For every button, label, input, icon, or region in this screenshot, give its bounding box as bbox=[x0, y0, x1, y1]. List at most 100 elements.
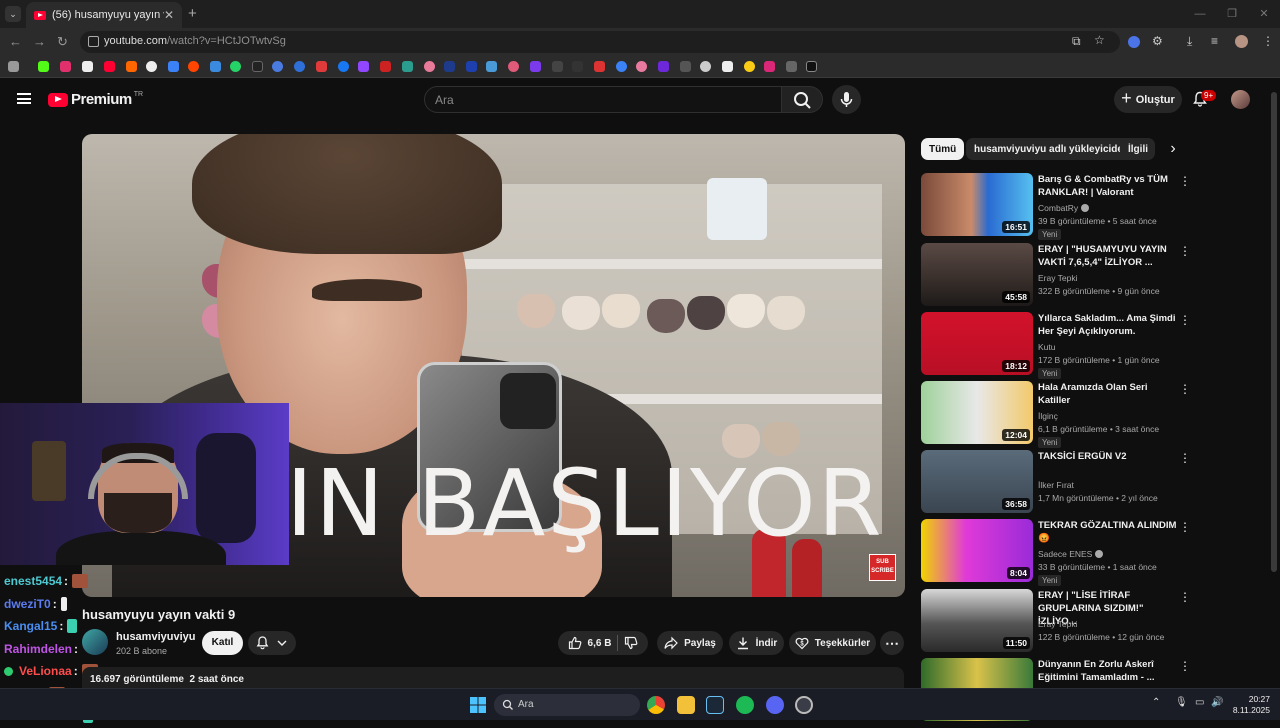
bookmark-icon[interactable] bbox=[786, 61, 797, 72]
bookmark-kick-icon[interactable] bbox=[38, 61, 49, 72]
recommended-channel[interactable]: İlginç bbox=[1038, 411, 1058, 421]
bookmark-reddit-icon[interactable] bbox=[188, 61, 199, 72]
new-tab-button[interactable]: + bbox=[188, 5, 197, 22]
bookmark-youtube-icon[interactable] bbox=[104, 61, 115, 72]
minimize-button[interactable]: — bbox=[1184, 0, 1216, 28]
channel-avatar[interactable] bbox=[82, 629, 108, 655]
search-button[interactable] bbox=[781, 86, 823, 113]
address-bar[interactable]: youtube.com/watch?v=HCtJOTwtvSg ⧉ ☆ bbox=[80, 31, 1120, 53]
bookmark-icon[interactable] bbox=[444, 61, 455, 72]
download-icon[interactable]: ⤓ bbox=[1187, 34, 1192, 49]
chip-related[interactable]: İlgili bbox=[1120, 138, 1155, 160]
video-thumbnail[interactable]: 36:58 bbox=[921, 450, 1033, 513]
browser-menu-icon[interactable]: ⋮ bbox=[1262, 34, 1274, 48]
bookmark-instagram-icon[interactable] bbox=[60, 61, 71, 72]
thumbs-down-icon[interactable] bbox=[624, 636, 638, 650]
close-window-button[interactable]: ✕ bbox=[1248, 0, 1280, 28]
tab-search-button[interactable]: ⌄ bbox=[5, 6, 21, 22]
bookmark-icon[interactable] bbox=[636, 61, 647, 72]
bookmark-icon[interactable] bbox=[486, 61, 497, 72]
recommended-title[interactable]: Dünyanın En Zorlu Askerî Eğitimini Tamam… bbox=[1038, 658, 1178, 684]
video-thumbnail[interactable]: 18:12 bbox=[921, 312, 1033, 375]
chrome-icon[interactable] bbox=[647, 696, 665, 714]
description-box[interactable]: 16.697 görüntüleme 2 saat önce bbox=[82, 667, 904, 689]
video-thumbnail[interactable]: 8:04 bbox=[921, 519, 1033, 582]
bookmark-icon[interactable] bbox=[294, 61, 305, 72]
bookmark-star-icon[interactable]: ☆ bbox=[1094, 33, 1105, 47]
recommended-video[interactable]: 8:04 TEKRAR GÖZALTINA ALINDIM 😡 Sadece ENE… bbox=[921, 519, 1261, 586]
voice-search-button[interactable] bbox=[832, 85, 861, 114]
bookmark-icon[interactable] bbox=[722, 61, 733, 72]
microphone-icon[interactable]: 🎙 bbox=[1175, 697, 1188, 708]
bookmark-icon[interactable] bbox=[508, 61, 519, 72]
chip-all[interactable]: Tümü bbox=[921, 138, 965, 160]
recommended-channel[interactable]: CombatRy bbox=[1038, 203, 1090, 213]
windows-start-icon[interactable] bbox=[469, 696, 487, 714]
more-options-icon[interactable]: ⋮ bbox=[1179, 590, 1191, 604]
bookmark-whatsapp-icon[interactable] bbox=[230, 61, 241, 72]
cast-icon[interactable]: ⧉ bbox=[1072, 34, 1081, 49]
video-thumbnail[interactable]: 11:50 bbox=[921, 589, 1033, 652]
bookmark-icon[interactable] bbox=[380, 61, 391, 72]
bookmark-icon[interactable] bbox=[806, 61, 817, 72]
more-options-icon[interactable]: ⋮ bbox=[1179, 313, 1191, 327]
maximize-button[interactable]: ❐ bbox=[1216, 0, 1248, 28]
extensions-puzzle-icon[interactable]: ⚙ bbox=[1152, 34, 1163, 48]
bookmark-icon[interactable] bbox=[572, 61, 583, 72]
recommended-video[interactable]: 45:58 ERAY | "HUSAMYUYU YAYIN VAKTİ 7,6,5… bbox=[921, 243, 1261, 309]
bookmark-icon[interactable] bbox=[764, 61, 775, 72]
recommended-channel[interactable]: Kutu bbox=[1038, 342, 1056, 352]
steam-icon[interactable] bbox=[706, 696, 724, 714]
download-button[interactable]: İndir bbox=[729, 631, 784, 655]
discord-icon[interactable] bbox=[766, 696, 784, 714]
recommended-video[interactable]: 12:04 Hala Aramızda Olan Seri Katiller İlg… bbox=[921, 381, 1261, 448]
more-options-icon[interactable]: ⋮ bbox=[1179, 520, 1191, 534]
like-button[interactable]: 6,6 B bbox=[568, 636, 611, 650]
reload-icon[interactable]: ↻ bbox=[57, 34, 68, 50]
recommended-title[interactable]: Hala Aramızda Olan Seri Katiller bbox=[1038, 381, 1178, 407]
bookmark-icon[interactable] bbox=[126, 61, 137, 72]
bookmark-facebook-icon[interactable] bbox=[338, 61, 349, 72]
recommended-video[interactable]: 11:50 ERAY | "LİSE İTİRAF GRUPLARINA SIZD… bbox=[921, 589, 1261, 655]
menu-hamburger-icon[interactable] bbox=[17, 93, 31, 104]
network-icon[interactable]: ▭ bbox=[1195, 697, 1204, 708]
recommended-title[interactable]: TEKRAR GÖZALTINA ALINDIM 😡 bbox=[1038, 519, 1178, 545]
file-explorer-icon[interactable] bbox=[677, 696, 695, 714]
bookmark-icon[interactable] bbox=[424, 61, 435, 72]
recommended-channel[interactable]: Eray Tepki bbox=[1038, 619, 1078, 629]
more-options-icon[interactable]: ⋮ bbox=[1179, 174, 1191, 188]
extension-icon[interactable] bbox=[1128, 36, 1140, 48]
bookmark-icon[interactable] bbox=[530, 61, 541, 72]
tray-chevron-icon[interactable]: ⌃ bbox=[1152, 697, 1160, 708]
recommended-channel[interactable]: Sadece ENES bbox=[1038, 549, 1104, 559]
profile-avatar-icon[interactable] bbox=[1235, 35, 1248, 48]
chip-from-uploader[interactable]: husamviyuviyu adlı yükleyiciden bbox=[966, 138, 1138, 160]
system-clock[interactable]: 20:27 8.11.2025 bbox=[1226, 694, 1270, 716]
video-thumbnail[interactable]: 16:51 bbox=[921, 173, 1033, 236]
reading-list-icon[interactable]: ≡ bbox=[1211, 34, 1218, 48]
recommended-title[interactable]: ERAY | "HUSAMYUYU YAYIN VAKTİ 7,6,5,4" İ… bbox=[1038, 243, 1178, 269]
video-thumbnail[interactable]: 45:58 bbox=[921, 243, 1033, 306]
bookmark-icon[interactable] bbox=[680, 61, 691, 72]
more-options-icon[interactable]: ⋮ bbox=[1179, 244, 1191, 258]
forward-arrow-icon[interactable]: → bbox=[33, 34, 46, 49]
recommended-title[interactable]: Yıllarca Sakladım... Ama Şimdi Her Şeyi … bbox=[1038, 312, 1178, 338]
recommended-channel[interactable]: İlker Fırat bbox=[1038, 480, 1074, 490]
chips-next-chevron-icon[interactable]: › bbox=[1163, 138, 1183, 160]
join-button[interactable]: Katıl bbox=[202, 631, 243, 655]
bookmark-x-icon[interactable] bbox=[82, 61, 93, 72]
account-avatar[interactable] bbox=[1231, 90, 1250, 109]
recommended-video[interactable]: 16:51 Barış G & CombatRy vs TÜM RANKLAR! … bbox=[921, 173, 1261, 240]
share-button[interactable]: Paylaş bbox=[657, 631, 723, 655]
bookmark-icon[interactable] bbox=[658, 61, 669, 72]
bookmark-icon[interactable] bbox=[466, 61, 477, 72]
bookmark-icon[interactable] bbox=[552, 61, 563, 72]
apps-grid-icon[interactable] bbox=[8, 61, 19, 72]
video-thumbnail[interactable]: 12:04 bbox=[921, 381, 1033, 444]
recommended-video[interactable]: 36:58 TAKSİCİ ERGÜN V2 İlker Fırat 1,7 Mn g… bbox=[921, 450, 1261, 516]
more-options-icon[interactable]: ⋮ bbox=[1179, 382, 1191, 396]
volume-icon[interactable]: 🔊 bbox=[1211, 697, 1223, 708]
more-options-icon[interactable]: ⋮ bbox=[1179, 451, 1191, 465]
bookmark-icon[interactable] bbox=[700, 61, 711, 72]
subscription-bell-button[interactable] bbox=[248, 631, 296, 655]
